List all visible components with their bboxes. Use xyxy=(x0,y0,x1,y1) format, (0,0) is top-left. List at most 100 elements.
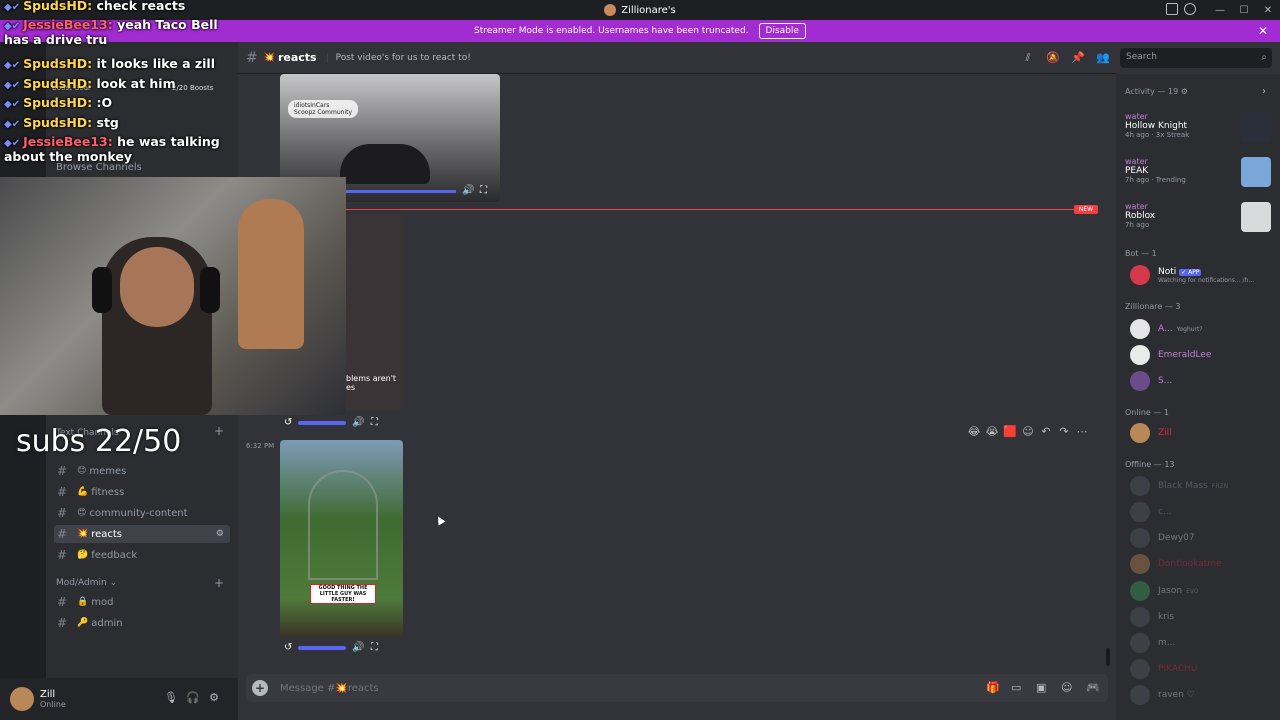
volume-icon[interactable]: 🔊 xyxy=(352,642,364,653)
member-name: Black Mass xyxy=(1158,481,1208,491)
member-name: EmeraldLee xyxy=(1158,350,1212,360)
minimize-button[interactable]: — xyxy=(1208,0,1232,20)
gift-icon[interactable]: 🎁 xyxy=(986,681,1000,694)
video-label: idiotsInCars Scoopz Community xyxy=(288,100,359,118)
category-mod-admin[interactable]: Mod/Admin ⌄ xyxy=(56,578,117,588)
maximize-button[interactable]: ☐ xyxy=(1232,0,1256,20)
close-window-button[interactable]: ✕ xyxy=(1256,0,1280,20)
video-attachment[interactable]: GOOD THING THE LITTLE GUY WAS FASTER! xyxy=(280,440,403,638)
search-input[interactable]: Search ⌕ xyxy=(1120,48,1272,68)
hash-icon: # xyxy=(57,506,68,520)
forward-icon[interactable]: ↷ xyxy=(1057,425,1071,438)
avatar[interactable] xyxy=(10,687,34,711)
message-input[interactable] xyxy=(280,682,880,694)
member-item[interactable]: Dontlookatme xyxy=(1130,553,1222,575)
volume-icon[interactable]: 🔊 xyxy=(462,185,474,196)
channel-emoji: 💥 xyxy=(263,52,275,63)
subs-goal-overlay: subs 22/50 xyxy=(16,424,182,459)
member-item[interactable]: m... xyxy=(1130,632,1175,654)
laugh-reaction-icon[interactable]: 😂 xyxy=(967,425,981,438)
member-item[interactable]: Jason EVO xyxy=(1130,580,1199,602)
games-icon[interactable]: 🎮 xyxy=(1086,681,1100,694)
cry-reaction-icon[interactable]: 😭 xyxy=(985,425,999,438)
browse-channels[interactable]: Browse Channels xyxy=(56,162,142,173)
gif-icon[interactable]: ▭ xyxy=(1011,681,1021,694)
user-name: Zill xyxy=(40,689,56,700)
video-sub: Scoopz Community xyxy=(294,109,353,116)
activity-card[interactable]: water Roblox 7h ago xyxy=(1125,202,1273,242)
channel-label: feedback xyxy=(91,549,138,561)
avatar xyxy=(1130,423,1150,443)
attach-button[interactable]: + xyxy=(252,680,268,696)
member-item[interactable]: PIKACHU xyxy=(1130,658,1197,680)
microphone-icon[interactable]: 🎙 xyxy=(164,692,178,704)
headphones xyxy=(200,267,220,313)
activity-card[interactable]: water Hollow Knight 4h ago · 3x Streak xyxy=(1125,112,1273,152)
fullscreen-icon[interactable]: ⛶ xyxy=(480,185,487,196)
reply-icon[interactable]: ↶ xyxy=(1039,425,1053,438)
fullscreen-icon[interactable]: ⛶ xyxy=(371,642,378,653)
member-item[interactable]: S... xyxy=(1130,370,1172,392)
threads-icon[interactable]: ⫽ xyxy=(1021,51,1035,65)
avatar xyxy=(1130,528,1150,548)
member-name: Dewy07 xyxy=(1158,533,1195,543)
activity-card[interactable]: water PEAK 7h ago · Trending xyxy=(1125,157,1273,197)
emoji-icon[interactable]: ☺ xyxy=(1061,681,1072,694)
search-icon: ⌕ xyxy=(1261,52,1267,63)
replay-icon[interactable]: ↺ xyxy=(284,417,292,428)
member-item[interactable]: Black Mass FRZN xyxy=(1130,475,1228,497)
window-title: Zillionare's xyxy=(621,4,676,16)
channel-settings-icon[interactable]: ⚙ xyxy=(216,529,224,539)
title-bar: Zillionare's — ☐ ✕ xyxy=(0,0,1280,20)
volume-icon[interactable]: 🔊 xyxy=(352,417,364,428)
user-status: Online xyxy=(40,700,66,709)
add-channel-icon[interactable]: + xyxy=(214,576,224,590)
user-panel: Zill Online 🎙 🎧 ⚙ xyxy=(0,678,238,720)
channel-memes[interactable]: # 😊 memes xyxy=(54,462,230,480)
channel-mod[interactable]: # 🔒 mod xyxy=(54,593,230,611)
sticker-reaction-icon[interactable]: 🟥 xyxy=(1003,425,1017,438)
notification-icon[interactable]: 🔕 xyxy=(1046,51,1060,65)
member-list-icon[interactable]: 👥 xyxy=(1096,51,1110,65)
mannequin xyxy=(238,199,304,349)
volume-slider[interactable] xyxy=(298,645,347,650)
channel-feedback[interactable]: # 🤔 feedback xyxy=(54,546,230,564)
member-item[interactable]: EmeraldLee xyxy=(1130,344,1211,366)
scrollbar[interactable] xyxy=(1106,648,1110,666)
channel-reacts[interactable]: # 💥 reacts ⚙ xyxy=(54,525,230,543)
member-item[interactable]: c... xyxy=(1130,501,1172,523)
hash-icon: # xyxy=(57,616,68,630)
boost-goal[interactable]: Boost Goal 2/20 Boosts xyxy=(52,84,232,98)
volume-slider[interactable] xyxy=(298,420,347,425)
channel-admin[interactable]: # 🔑 admin xyxy=(54,614,230,632)
avatar xyxy=(1130,371,1150,391)
channel-emoji: 🔒 xyxy=(77,597,89,607)
hash-icon: # xyxy=(57,464,68,478)
chevron-right-icon[interactable]: › xyxy=(1262,86,1266,97)
inbox-icon[interactable] xyxy=(1166,3,1178,15)
member-item[interactable]: raven ♡ xyxy=(1130,684,1195,706)
member-name: S... xyxy=(1158,376,1173,386)
add-reaction-icon[interactable]: ☺ xyxy=(1021,425,1035,438)
help-icon[interactable] xyxy=(1184,3,1196,15)
disable-streamer-mode-button[interactable]: Disable xyxy=(758,23,806,39)
sticker-icon[interactable]: ▣ xyxy=(1036,681,1046,694)
close-banner-icon[interactable]: ✕ xyxy=(1258,24,1268,38)
fullscreen-icon[interactable]: ⛶ xyxy=(371,417,378,428)
member-item[interactable]: kris xyxy=(1130,606,1174,628)
replay-icon[interactable]: ↺ xyxy=(284,642,292,653)
member-item[interactable]: A... Yoghurt? xyxy=(1130,318,1203,340)
video-progress-bar[interactable] xyxy=(346,190,456,193)
add-channel-icon[interactable]: + xyxy=(214,424,224,438)
video-frame xyxy=(340,144,430,184)
member-item[interactable]: Zill xyxy=(1130,422,1172,444)
member-item[interactable]: Dewy07 xyxy=(1130,527,1195,549)
channel-fitness[interactable]: # 💪 fitness xyxy=(54,483,230,501)
headphones-icon[interactable]: 🎧 xyxy=(186,692,200,704)
pin-icon[interactable]: 📌 xyxy=(1071,51,1085,65)
more-icon[interactable]: ⋯ xyxy=(1075,425,1089,438)
member-item[interactable]: Noti ✓ APP Watching for notifications...… xyxy=(1130,264,1254,286)
offline-header: Offline — 13 xyxy=(1125,460,1175,469)
channel-community-content[interactable]: # 😍 community-content xyxy=(54,504,230,522)
gear-icon[interactable]: ⚙ xyxy=(208,692,220,704)
